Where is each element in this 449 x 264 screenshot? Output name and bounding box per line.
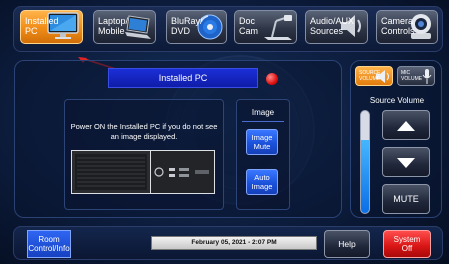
triangle-up-icon (397, 121, 415, 131)
source-doc-cam-button[interactable]: Doc Cam (234, 10, 297, 44)
control-panel: Installed PC Laptop/ Mobile BluRay/ DVD … (0, 0, 449, 264)
date-time-display: February 05, 2021 - 2:07 PM (151, 236, 317, 250)
source-bluray-dvd-label: BluRay/ DVD (171, 16, 203, 36)
volume-level-bar[interactable] (360, 110, 370, 214)
triangle-down-icon (397, 158, 415, 168)
source-laptop-button[interactable]: Laptop/ Mobile (93, 10, 156, 44)
source-camera-controls-button[interactable]: Camera Controls (376, 10, 438, 44)
source-audio-aux-button[interactable]: Audio/AUX Sources (305, 10, 368, 44)
room-control-info-button[interactable]: Room Control/Info (27, 230, 71, 258)
power-on-instructions: Power ON the Installed PC if you do not … (70, 122, 218, 141)
volume-mute-button[interactable]: MUTE (382, 184, 430, 214)
microphone-icon (422, 69, 432, 84)
volume-level-fill (361, 139, 369, 213)
source-camera-controls-label: Camera Controls (381, 16, 415, 36)
image-mute-button[interactable]: Image Mute (246, 129, 278, 155)
system-off-button[interactable]: System Off (383, 230, 431, 258)
mic-volume-tab[interactable]: MIC VOLUME (397, 66, 435, 86)
source-volume-label: Source Volume (369, 96, 425, 105)
source-audio-aux-label: Audio/AUX Sources (310, 16, 355, 36)
source-bluray-dvd-button[interactable]: BluRay/ DVD (166, 10, 227, 44)
volume-down-button[interactable] (382, 147, 430, 177)
source-title: Installed PC (108, 68, 258, 88)
auto-image-button[interactable]: Auto Image (246, 169, 278, 195)
volume-up-button[interactable] (382, 110, 430, 140)
source-installed-pc-label: Installed PC (25, 16, 59, 36)
source-volume-tab[interactable]: SOURCE VOLUME (355, 66, 393, 86)
mic-volume-tab-label: MIC VOLUME (401, 70, 423, 82)
status-indicator-light (266, 73, 278, 85)
help-button[interactable]: Help (324, 230, 370, 258)
source-doc-cam-label: Doc Cam (239, 16, 259, 36)
image-controls-heading: Image (251, 108, 275, 117)
image-heading-divider (242, 121, 284, 122)
source-laptop-label: Laptop/ Mobile (98, 16, 129, 36)
source-installed-pc-button[interactable]: Installed PC (20, 10, 83, 44)
desktop-pc-image (71, 150, 215, 194)
source-volume-tab-label: SOURCE VOLUME (359, 70, 381, 82)
